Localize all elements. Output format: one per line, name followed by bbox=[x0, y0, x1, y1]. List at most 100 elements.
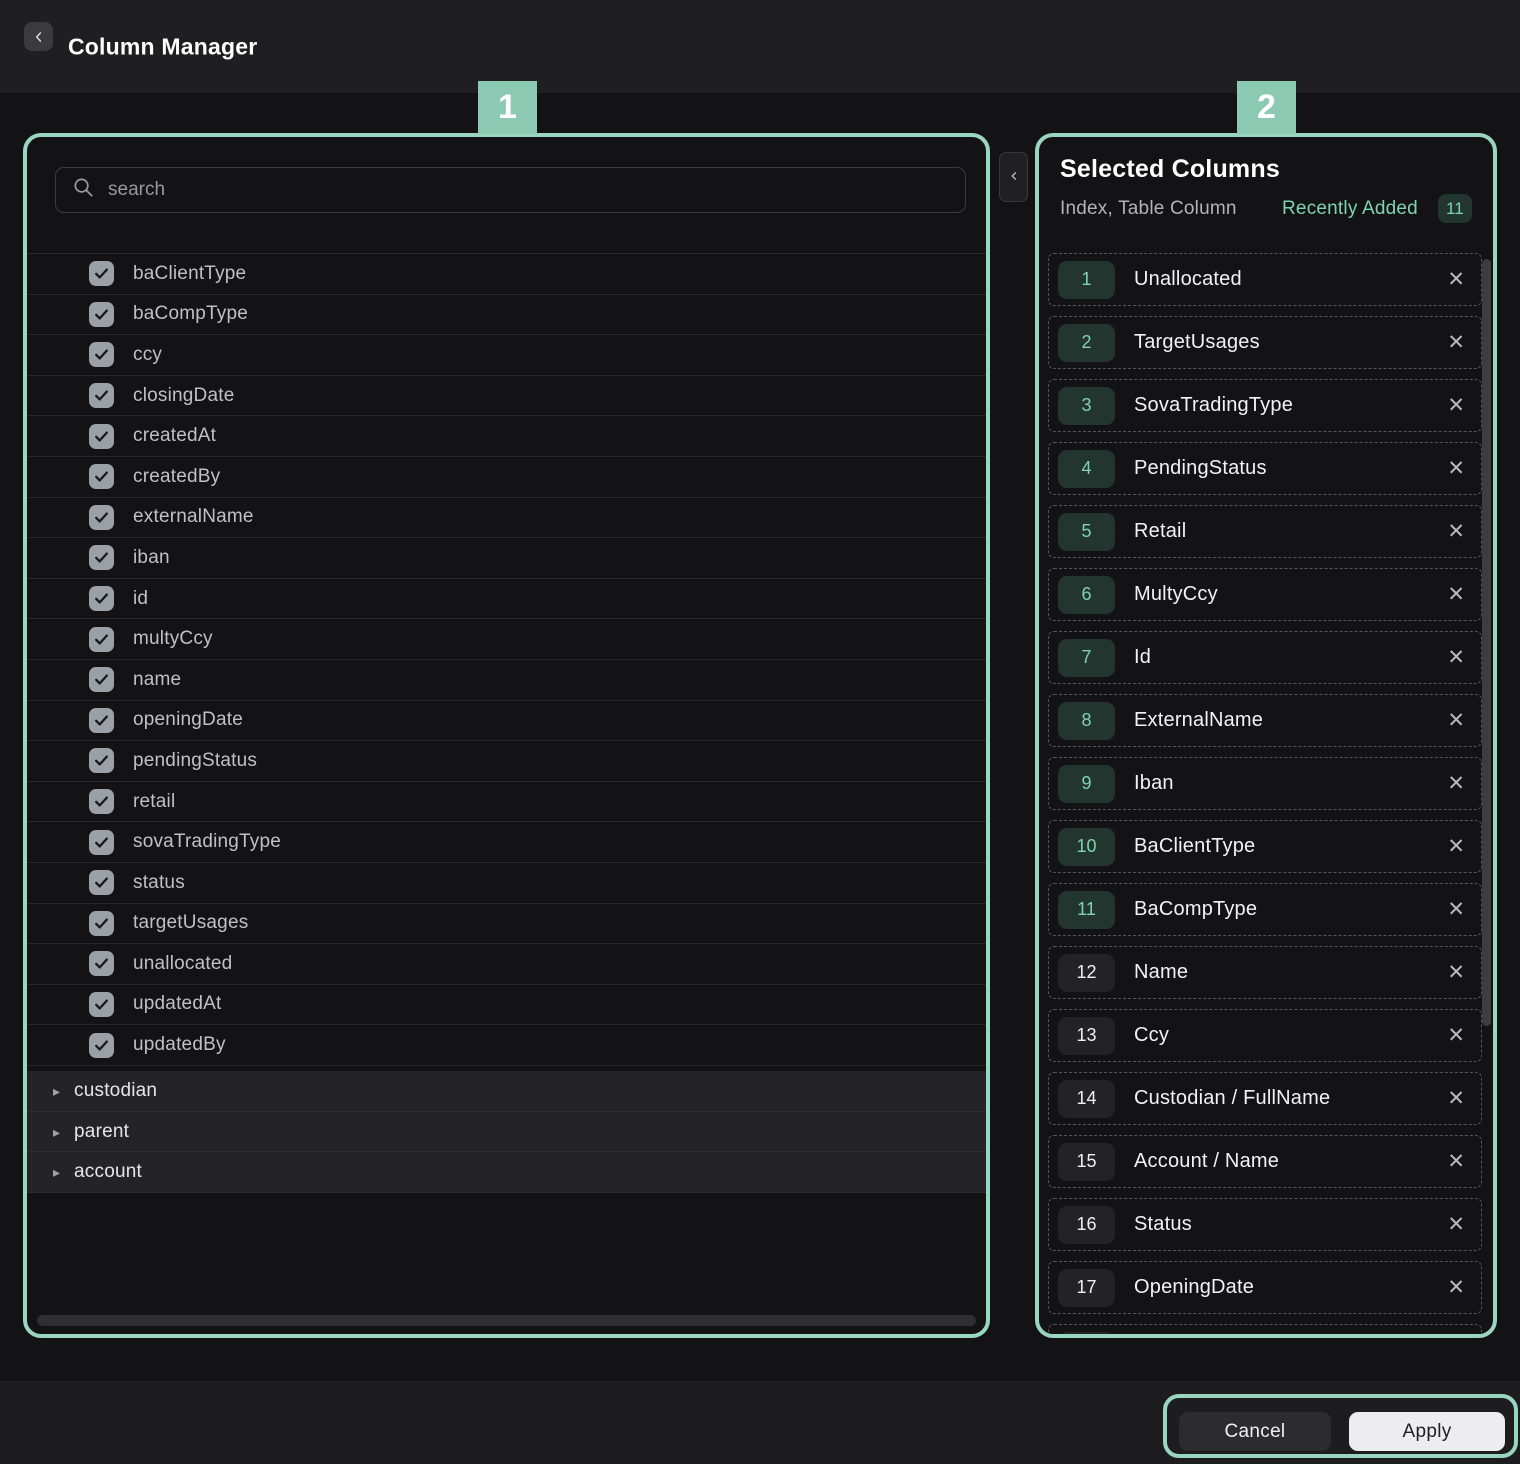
available-column-label: targetUsages bbox=[133, 912, 248, 934]
remove-column-icon[interactable]: ✕ bbox=[1447, 710, 1465, 731]
available-column-row[interactable]: id bbox=[27, 579, 986, 620]
remove-column-icon[interactable]: ✕ bbox=[1447, 458, 1465, 479]
available-column-row[interactable]: retail bbox=[27, 782, 986, 823]
selected-column-item[interactable]: 17 OpeningDate ✕ bbox=[1048, 1261, 1482, 1314]
selected-column-item[interactable]: 11 BaCompType ✕ bbox=[1048, 883, 1482, 936]
selected-column-index-badge: 1 bbox=[1058, 261, 1115, 299]
selected-columns-title: Selected Columns bbox=[1060, 155, 1280, 184]
remove-column-icon[interactable]: ✕ bbox=[1447, 332, 1465, 353]
checkbox-checked-icon[interactable] bbox=[89, 667, 114, 692]
selected-column-index-badge: 17 bbox=[1058, 1269, 1115, 1307]
checkbox-checked-icon[interactable] bbox=[89, 951, 114, 976]
selected-column-item[interactable]: 5 Retail ✕ bbox=[1048, 505, 1482, 558]
available-column-label: retail bbox=[133, 791, 175, 813]
checkbox-checked-icon[interactable] bbox=[89, 708, 114, 733]
available-column-row[interactable]: updatedAt bbox=[27, 985, 986, 1026]
checkbox-checked-icon[interactable] bbox=[89, 383, 114, 408]
search-input[interactable] bbox=[108, 179, 949, 201]
selected-column-item[interactable]: 4 PendingStatus ✕ bbox=[1048, 442, 1482, 495]
selected-column-item[interactable]: 10 BaClientType ✕ bbox=[1048, 820, 1482, 873]
available-column-row[interactable]: iban bbox=[27, 538, 986, 579]
checkbox-checked-icon[interactable] bbox=[89, 545, 114, 570]
available-column-row[interactable]: sovaTradingType bbox=[27, 822, 986, 863]
available-column-row[interactable]: name bbox=[27, 660, 986, 701]
vertical-scrollbar[interactable] bbox=[1482, 259, 1491, 1026]
checkbox-checked-icon[interactable] bbox=[89, 1033, 114, 1058]
checkbox-checked-icon[interactable] bbox=[89, 261, 114, 286]
selected-column-item[interactable] bbox=[1048, 1324, 1482, 1338]
app-footer: Cancel Apply bbox=[0, 1381, 1520, 1464]
selected-column-item[interactable]: 12 Name ✕ bbox=[1048, 946, 1482, 999]
remove-column-icon[interactable]: ✕ bbox=[1447, 773, 1465, 794]
selected-column-item[interactable]: 13 Ccy ✕ bbox=[1048, 1009, 1482, 1062]
selected-column-index-badge: 5 bbox=[1058, 513, 1115, 551]
available-column-row[interactable]: createdBy bbox=[27, 457, 986, 498]
selected-column-item[interactable]: 14 Custodian / FullName ✕ bbox=[1048, 1072, 1482, 1125]
selected-column-item[interactable]: 8 ExternalName ✕ bbox=[1048, 694, 1482, 747]
checkbox-checked-icon[interactable] bbox=[89, 748, 114, 773]
remove-column-icon[interactable]: ✕ bbox=[1447, 836, 1465, 857]
checkbox-checked-icon[interactable] bbox=[89, 424, 114, 449]
available-column-row[interactable]: externalName bbox=[27, 498, 986, 539]
remove-column-icon[interactable]: ✕ bbox=[1447, 1214, 1465, 1235]
remove-column-icon[interactable]: ✕ bbox=[1447, 1277, 1465, 1298]
checkbox-checked-icon[interactable] bbox=[89, 870, 114, 895]
checkbox-checked-icon[interactable] bbox=[89, 992, 114, 1017]
chevron-left-icon bbox=[32, 30, 46, 44]
available-column-row[interactable]: pendingStatus bbox=[27, 741, 986, 782]
available-column-row[interactable]: status bbox=[27, 863, 986, 904]
annotation-badge-2: 2 bbox=[1237, 81, 1296, 134]
remove-column-icon[interactable]: ✕ bbox=[1447, 1151, 1465, 1172]
remove-column-icon[interactable]: ✕ bbox=[1447, 584, 1465, 605]
available-column-row[interactable]: multyCcy bbox=[27, 619, 986, 660]
available-column-row[interactable]: targetUsages bbox=[27, 904, 986, 945]
remove-column-icon[interactable]: ✕ bbox=[1447, 395, 1465, 416]
selected-column-item[interactable]: 9 Iban ✕ bbox=[1048, 757, 1482, 810]
remove-column-icon[interactable]: ✕ bbox=[1447, 1025, 1465, 1046]
selected-column-item[interactable]: 2 TargetUsages ✕ bbox=[1048, 316, 1482, 369]
checkbox-checked-icon[interactable] bbox=[89, 789, 114, 814]
available-column-row[interactable]: ccy bbox=[27, 335, 986, 376]
available-column-row[interactable]: createdAt bbox=[27, 416, 986, 457]
remove-column-icon[interactable]: ✕ bbox=[1447, 269, 1465, 290]
checkbox-checked-icon[interactable] bbox=[89, 342, 114, 367]
available-column-row[interactable]: unallocated bbox=[27, 944, 986, 985]
available-column-row[interactable]: openingDate bbox=[27, 701, 986, 742]
remove-column-icon[interactable]: ✕ bbox=[1447, 647, 1465, 668]
checkbox-checked-icon[interactable] bbox=[89, 586, 114, 611]
selected-column-label: PendingStatus bbox=[1134, 457, 1267, 480]
search-box[interactable] bbox=[55, 167, 966, 213]
selected-column-item[interactable]: 3 SovaTradingType ✕ bbox=[1048, 379, 1482, 432]
column-group-row[interactable]: ▸ account bbox=[27, 1152, 986, 1193]
collapse-panel-button[interactable] bbox=[999, 152, 1028, 202]
available-column-row[interactable]: updatedBy bbox=[27, 1025, 986, 1066]
checkbox-checked-icon[interactable] bbox=[89, 627, 114, 652]
cancel-button[interactable]: Cancel bbox=[1179, 1412, 1331, 1451]
available-column-row[interactable]: closingDate bbox=[27, 376, 986, 417]
selected-column-item[interactable]: 15 Account / Name ✕ bbox=[1048, 1135, 1482, 1188]
page-title: Column Manager bbox=[68, 33, 257, 60]
selected-column-item[interactable]: 1 Unallocated ✕ bbox=[1048, 253, 1482, 306]
checkbox-checked-icon[interactable] bbox=[89, 830, 114, 855]
checkbox-checked-icon[interactable] bbox=[89, 464, 114, 489]
horizontal-scrollbar[interactable] bbox=[37, 1315, 976, 1326]
selected-column-item[interactable]: 6 MultyCcy ✕ bbox=[1048, 568, 1482, 621]
remove-column-icon[interactable]: ✕ bbox=[1447, 962, 1465, 983]
available-column-row[interactable]: baClientType bbox=[27, 254, 986, 295]
back-button[interactable] bbox=[24, 22, 53, 51]
selected-column-item[interactable]: 7 Id ✕ bbox=[1048, 631, 1482, 684]
apply-button[interactable]: Apply bbox=[1349, 1412, 1505, 1451]
selected-columns-panel: Selected Columns Index, Table Column Rec… bbox=[1035, 133, 1497, 1338]
remove-column-icon[interactable]: ✕ bbox=[1447, 1088, 1465, 1109]
selected-column-label: Account / Name bbox=[1134, 1150, 1279, 1173]
column-group-row[interactable]: ▸ parent bbox=[27, 1112, 986, 1153]
remove-column-icon[interactable]: ✕ bbox=[1447, 521, 1465, 542]
annotation-ring-footer: Cancel Apply bbox=[1163, 1394, 1518, 1458]
checkbox-checked-icon[interactable] bbox=[89, 302, 114, 327]
checkbox-checked-icon[interactable] bbox=[89, 505, 114, 530]
remove-column-icon[interactable]: ✕ bbox=[1447, 899, 1465, 920]
available-column-row[interactable]: baCompType bbox=[27, 295, 986, 336]
column-group-row[interactable]: ▸ custodian bbox=[27, 1071, 986, 1112]
selected-column-item[interactable]: 16 Status ✕ bbox=[1048, 1198, 1482, 1251]
checkbox-checked-icon[interactable] bbox=[89, 911, 114, 936]
